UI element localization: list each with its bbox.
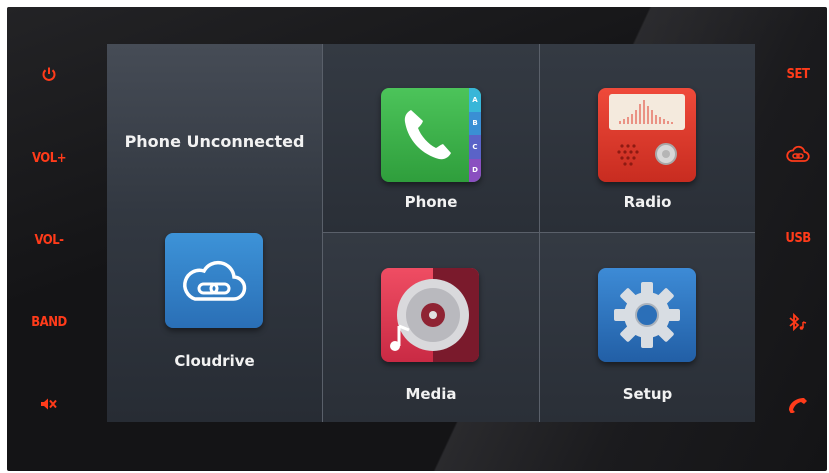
radio-label: Radio bbox=[623, 193, 672, 211]
setup-tile[interactable]: Setup bbox=[540, 233, 755, 422]
cloud-link-icon bbox=[183, 260, 247, 301]
band-button[interactable]: BAND bbox=[14, 310, 84, 334]
home-screen: Phone Unconnected Cloudrive A B C D Phon… bbox=[107, 44, 755, 422]
setup-app-icon bbox=[598, 268, 696, 362]
phone-tile[interactable]: A B C D Phone bbox=[323, 44, 539, 232]
phone-connection-status: Phone Unconnected bbox=[124, 132, 305, 151]
cloud-link-icon bbox=[786, 145, 810, 162]
phone-contact-tabs: A B C D bbox=[469, 88, 481, 182]
media-app-icon bbox=[381, 268, 479, 362]
vol-up-button[interactable]: VOL+ bbox=[14, 146, 84, 170]
tab-c: C bbox=[469, 135, 481, 159]
usb-button[interactable]: USB bbox=[770, 226, 826, 250]
hangup-button[interactable] bbox=[770, 392, 826, 416]
mute-button[interactable] bbox=[14, 392, 84, 416]
radio-app-icon bbox=[598, 88, 696, 182]
set-button[interactable]: SET bbox=[770, 62, 826, 86]
bluetooth-music-icon bbox=[789, 313, 807, 331]
phone-app-icon: A B C D bbox=[381, 88, 481, 182]
tab-b: B bbox=[469, 111, 481, 135]
cloudrive-label: Cloudrive bbox=[174, 352, 255, 370]
media-tile[interactable]: Media bbox=[323, 233, 539, 422]
mute-icon bbox=[41, 398, 57, 410]
cloud-button[interactable] bbox=[770, 142, 826, 166]
phone-hangup-icon bbox=[789, 398, 807, 413]
vol-down-button[interactable]: VOL- bbox=[14, 228, 84, 252]
power-button[interactable] bbox=[14, 62, 84, 86]
music-disc-icon bbox=[390, 268, 479, 362]
cloudrive-app-button[interactable] bbox=[165, 233, 263, 328]
tab-d: D bbox=[469, 158, 481, 182]
bluetooth-button[interactable] bbox=[770, 310, 826, 334]
radio-icon bbox=[609, 94, 685, 166]
setup-label: Setup bbox=[622, 385, 673, 403]
gear-icon bbox=[614, 282, 680, 348]
status-panel: Phone Unconnected Cloudrive bbox=[107, 44, 322, 422]
power-icon bbox=[42, 67, 56, 81]
phone-handset-icon bbox=[404, 110, 451, 160]
tab-a: A bbox=[469, 88, 481, 112]
phone-label: Phone bbox=[404, 193, 458, 211]
media-label: Media bbox=[405, 385, 457, 403]
radio-tile[interactable]: Radio bbox=[540, 44, 755, 232]
